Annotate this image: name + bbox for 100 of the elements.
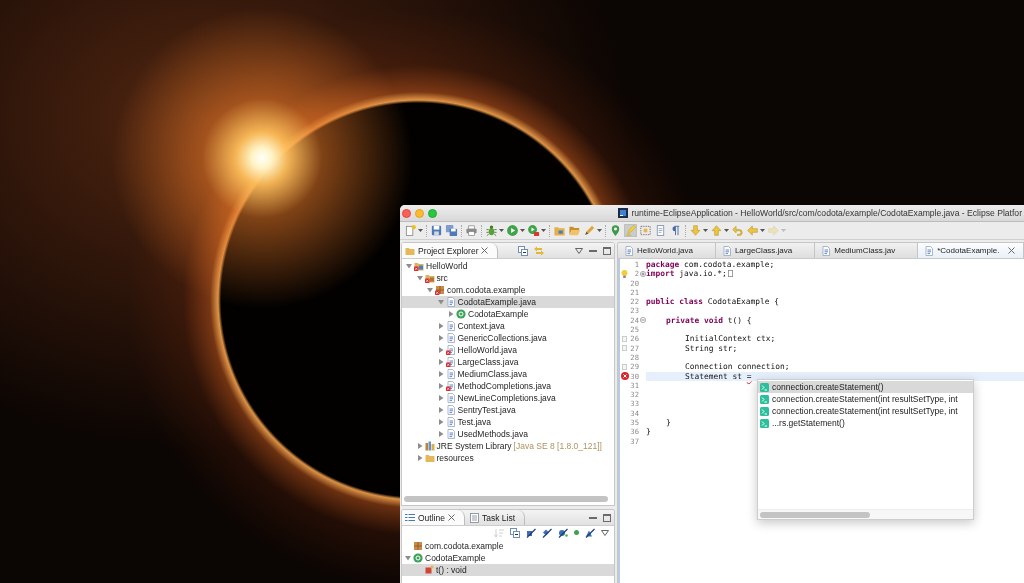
view-tab[interactable]: Outline [402, 510, 465, 525]
dot-icon[interactable] [574, 530, 579, 535]
disclosure-triangle-icon[interactable] [437, 347, 444, 353]
scrollbar-thumb[interactable] [404, 496, 608, 502]
disclosure-triangle-icon[interactable] [416, 275, 423, 281]
close-icon[interactable] [447, 514, 455, 521]
tree-item[interactable]: Context.java [402, 320, 614, 332]
slashed-circle-icon[interactable] [558, 527, 568, 538]
tree-item[interactable]: SentryTest.java [402, 404, 614, 416]
tree-item[interactable]: LargeClass.java [402, 356, 614, 368]
disclosure-triangle-icon[interactable] [405, 555, 411, 561]
caret-icon[interactable] [541, 229, 546, 232]
save-all-icon[interactable] [445, 224, 458, 237]
minimize-button[interactable] [415, 208, 424, 218]
square-icon [424, 565, 434, 575]
caret-icon[interactable] [520, 229, 525, 232]
minimize-icon[interactable] [589, 516, 597, 519]
caret-icon[interactable] [418, 229, 423, 232]
disclosure-triangle-icon[interactable] [437, 419, 444, 425]
tree-item[interactable]: JRE System Library [Java SE 8 [1.8.0_121]] [402, 440, 614, 452]
slashed-triangle-icon[interactable] [585, 527, 595, 538]
disclosure-triangle-icon[interactable] [437, 299, 444, 305]
disclosure-triangle-icon[interactable] [437, 335, 444, 341]
caret-icon[interactable] [724, 229, 729, 232]
collapse-all-icon[interactable] [510, 527, 520, 538]
disclosure-triangle-icon[interactable] [416, 443, 423, 449]
save-icon[interactable] [430, 224, 443, 237]
library-version-text: [Java SE 8 [1.8.0_121]] [513, 441, 602, 451]
tree-item[interactable]: com.codota.example [402, 284, 614, 296]
slashed-diamond-icon[interactable] [542, 527, 552, 538]
slashed-square-icon[interactable] [526, 527, 536, 538]
disclosure-triangle-icon[interactable] [437, 383, 444, 389]
minimize-icon[interactable] [589, 249, 597, 252]
bug-icon[interactable] [485, 224, 498, 237]
tree-item[interactable]: NewLineCompletions.java [402, 392, 614, 404]
document-icon[interactable] [654, 224, 667, 237]
tree-item[interactable]: HelloWorld.java [402, 344, 614, 356]
disclosure-triangle-icon[interactable] [437, 371, 444, 377]
completion-item[interactable]: ...rs.getStatement() [758, 417, 973, 429]
close-icon[interactable] [1008, 247, 1015, 254]
maximize-icon[interactable] [603, 246, 611, 255]
tree-item[interactable]: CodotaExample [402, 552, 614, 564]
tree-item[interactable]: MethodCompletions.java [402, 380, 614, 392]
disclosure-triangle-icon[interactable] [437, 359, 444, 365]
two-arrows-icon[interactable] [534, 245, 544, 256]
caret-icon[interactable] [703, 229, 708, 232]
editor-tab[interactable]: LargeClass.java [715, 243, 816, 258]
tree-item[interactable]: UsedMethods.java [402, 428, 614, 440]
view-tab[interactable]: Project Explorer [402, 243, 499, 258]
disclosure-triangle-icon[interactable] [416, 455, 423, 461]
caret-icon[interactable] [760, 229, 765, 232]
view-menu-icon[interactable] [601, 529, 609, 536]
close-icon[interactable] [481, 247, 489, 254]
disclosure-triangle-icon[interactable] [406, 263, 412, 269]
view-tab[interactable]: Task List [466, 510, 525, 525]
disclosure-triangle-icon[interactable] [427, 287, 433, 293]
package-icon [413, 541, 423, 551]
tree-item[interactable]: GenericCollections.java [402, 332, 614, 344]
caret-icon[interactable] [597, 229, 602, 232]
disclosure-triangle-icon[interactable] [437, 395, 444, 401]
completion-item[interactable]: connection.createStatement(int resultSetType, int [758, 393, 973, 405]
tree-item[interactable]: HelloWorld [402, 260, 614, 272]
tree-item[interactable]: CodotaExample [402, 308, 614, 320]
disclosure-triangle-icon[interactable] [437, 323, 444, 329]
completion-item[interactable]: connection.createStatement() [758, 381, 973, 393]
editor-tab[interactable]: HelloWorld.java [618, 243, 716, 258]
block-selection-icon[interactable] [639, 224, 652, 237]
collapse-icon[interactable] [639, 317, 646, 324]
tree-item[interactable]: CodotaExample.java [402, 296, 614, 308]
expand-icon[interactable] [639, 270, 646, 277]
tree-item[interactable]: resources [402, 452, 614, 464]
scrollbar-thumb[interactable] [760, 511, 870, 518]
pin-icon[interactable] [609, 224, 622, 237]
tree-item[interactable]: src [402, 272, 614, 284]
tree-item[interactable]: com.codota.example [402, 540, 614, 552]
document-icon [469, 512, 479, 523]
folder-icon[interactable] [553, 224, 566, 237]
tree-item[interactable]: Test.java [402, 416, 614, 428]
play-icon[interactable] [506, 224, 519, 237]
maximize-icon[interactable] [603, 513, 611, 522]
collapse-all-icon[interactable] [518, 245, 528, 256]
disclosure-triangle-icon[interactable] [448, 311, 454, 317]
editor-tab[interactable]: *CodotaExample. [918, 243, 1024, 258]
open-folder-icon[interactable] [568, 224, 581, 237]
terminal-icon [760, 406, 769, 416]
new-file-icon[interactable] [404, 224, 417, 237]
completion-item[interactable]: connection.createStatement(int resultSetType, int [758, 405, 973, 417]
zoom-button[interactable] [428, 208, 437, 218]
tree-item[interactable]: t() : void [402, 564, 614, 576]
play-toolbox-icon[interactable] [527, 224, 540, 237]
terminal-icon [760, 382, 769, 392]
disclosure-triangle-icon[interactable] [437, 431, 444, 437]
disclosure-triangle-icon[interactable] [437, 407, 444, 413]
close-button[interactable] [402, 208, 411, 218]
view-menu-icon[interactable] [575, 247, 583, 254]
file-icon [624, 245, 634, 256]
list-icon [405, 513, 415, 522]
printer-icon[interactable] [465, 224, 478, 237]
tree-item[interactable]: MediumClass.java [402, 368, 614, 380]
caret-icon[interactable] [499, 229, 504, 232]
